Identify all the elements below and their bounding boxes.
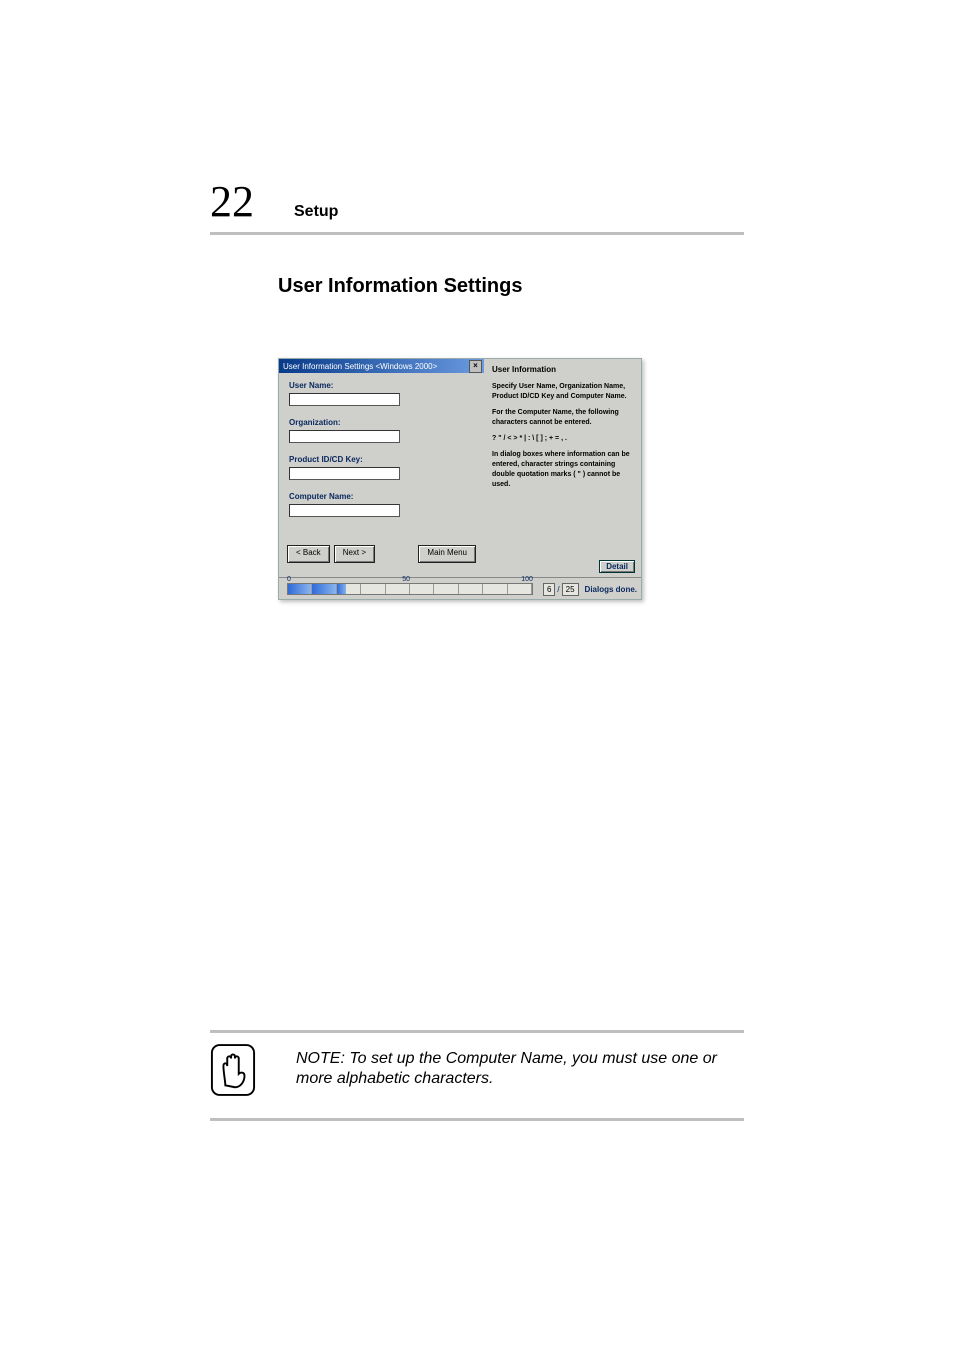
progress-bar: 0 50 100 [287, 583, 533, 595]
user-name-label: User Name: [289, 381, 474, 390]
help-p3: ? " / < > * | : \ [ ] ; + = , . [492, 434, 635, 444]
back-button[interactable]: < Back [287, 545, 330, 563]
counter-sep: / [557, 585, 559, 594]
help-p4: In dialog boxes where information can be… [492, 450, 635, 490]
counter-current: 6 [543, 583, 555, 596]
page-header: 22 Setup [210, 180, 744, 235]
dialog-button-row: < Back Next > Main Menu [279, 533, 484, 571]
close-icon[interactable]: × [469, 360, 482, 373]
user-name-input[interactable] [289, 393, 400, 406]
scale-max: 100 [521, 576, 533, 583]
note-hand-icon [210, 1043, 256, 1102]
page-number: 22 [210, 180, 254, 224]
product-key-label: Product ID/CD Key: [289, 455, 474, 464]
product-key-input[interactable] [289, 467, 400, 480]
detail-button[interactable]: Detail [599, 560, 635, 573]
organization-input[interactable] [289, 430, 400, 443]
next-button[interactable]: Next > [334, 545, 375, 563]
computer-name-label: Computer Name: [289, 492, 474, 501]
dialog-title-text: User Information Settings <Windows 2000> [283, 362, 437, 371]
chapter-title: Setup [294, 203, 338, 221]
scale-mid: 50 [402, 576, 410, 583]
help-title: User Information [492, 365, 635, 374]
dialog-titlebar: User Information Settings <Windows 2000>… [279, 359, 484, 373]
help-p1: Specify User Name, Organization Name, Pr… [492, 382, 635, 402]
form-area: User Name: Organization: Product ID/CD K… [279, 373, 484, 533]
dialog-counter: 6 / 25 Dialogs done. [543, 583, 637, 596]
counter-total: 25 [562, 583, 579, 596]
computer-name-input[interactable] [289, 504, 400, 517]
dialog-footer: 0 50 100 6 / [279, 577, 641, 599]
section-title: User Information Settings [278, 275, 744, 298]
note-text: NOTE: To set up the Computer Name, you m… [296, 1043, 744, 1089]
counter-status: Dialogs done. [585, 585, 637, 594]
note-block: NOTE: To set up the Computer Name, you m… [210, 1030, 744, 1121]
dialog-screenshot: User Information Settings <Windows 2000>… [278, 358, 642, 600]
help-pane: User Information Specify User Name, Orga… [484, 359, 641, 577]
help-p2: For the Computer Name, the following cha… [492, 408, 635, 428]
main-menu-button[interactable]: Main Menu [418, 545, 476, 563]
dialog-left-pane: User Information Settings <Windows 2000>… [279, 359, 484, 577]
organization-label: Organization: [289, 418, 474, 427]
scale-min: 0 [287, 576, 291, 583]
